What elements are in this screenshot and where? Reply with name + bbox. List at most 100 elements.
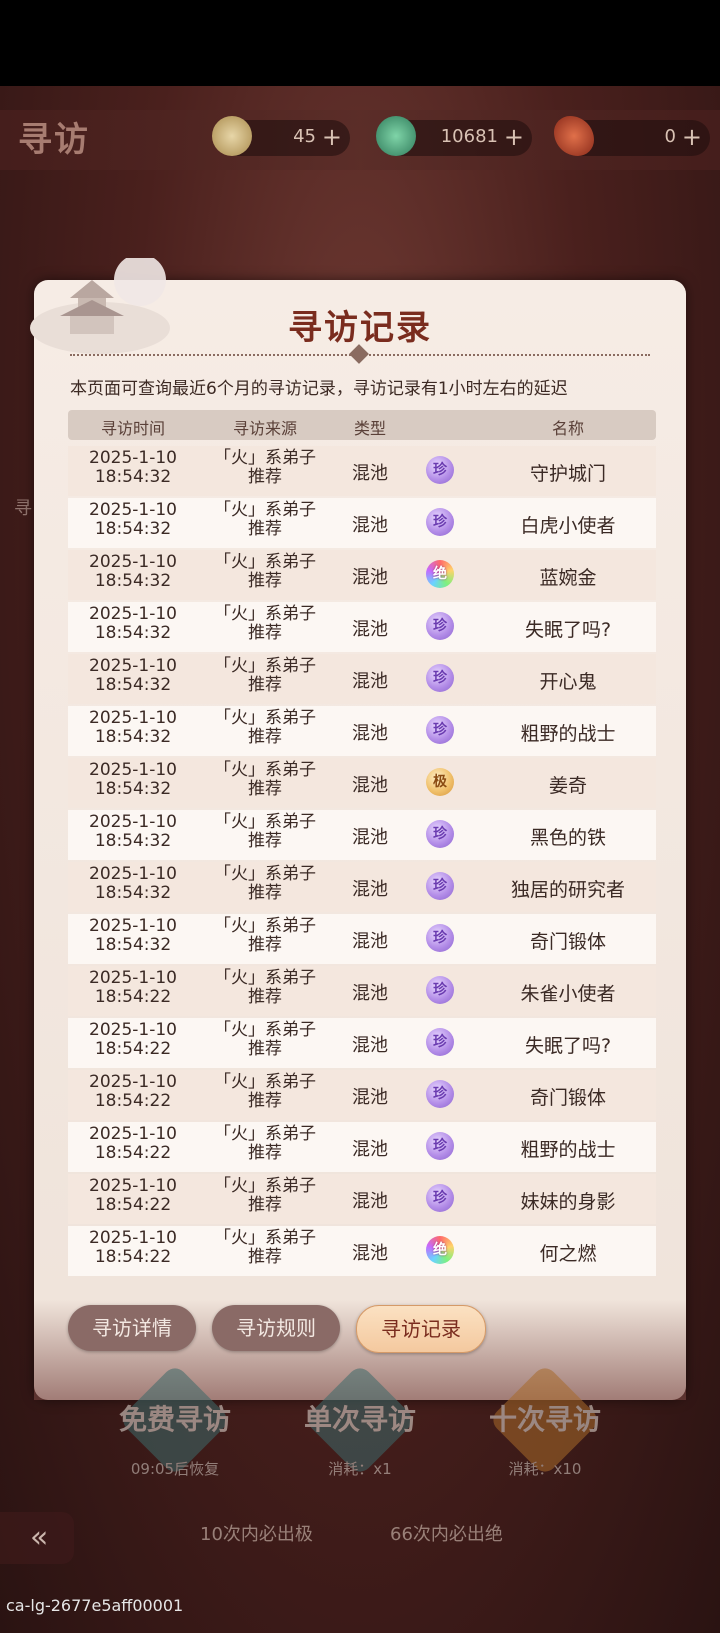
add-gem-button[interactable]: +: [504, 123, 524, 151]
row-source: 「火」系弟子 推荐: [200, 1021, 330, 1059]
row-name: 粗野的战士: [520, 723, 616, 745]
row-type: 混池: [352, 515, 388, 536]
table-row: 2025-1-10 18:54:22 「火」系弟子 推荐 混池珍妹妹的身影: [68, 1174, 656, 1224]
row-type: 混池: [352, 1191, 388, 1212]
row-date: 2025-1-10: [89, 1228, 177, 1248]
rarity-badge-icon: 珍: [426, 872, 454, 900]
rarity-badge-icon: 绝: [426, 1236, 454, 1264]
free-draw-button[interactable]: 免费寻访 09:05后恢复: [105, 1363, 245, 1480]
table-row: 2025-1-10 18:54:22 「火」系弟子 推荐 混池珍失眠了吗?: [68, 1018, 656, 1068]
row-time: 2025-1-10 18:54:32: [68, 553, 198, 591]
row-source: 「火」系弟子 推荐: [200, 969, 330, 1007]
row-source-line1: 「火」系弟子: [214, 708, 316, 728]
rarity-badge-icon: 珍: [426, 976, 454, 1004]
record-modal: 寻访记录 本页面可查询最近6个月的寻访记录，寻访记录有1小时左右的延迟 寻访时间…: [30, 258, 686, 1400]
row-type: 混池: [352, 567, 388, 588]
action-sub: 消耗：x10: [508, 1460, 582, 1478]
row-source-line1: 「火」系弟子: [214, 448, 316, 468]
row-time: 2025-1-10 18:54:32: [68, 657, 198, 695]
row-source-line1: 「火」系弟子: [214, 760, 316, 780]
row-source: 「火」系弟子 推荐: [200, 761, 330, 799]
row-date: 2025-1-10: [89, 812, 177, 832]
row-type: 混池: [352, 879, 388, 900]
table-row: 2025-1-10 18:54:22 「火」系弟子 推荐 混池珍奇门锻体: [68, 1070, 656, 1120]
resource-feather: 0 +: [554, 116, 710, 156]
page-title: 寻访: [18, 120, 90, 160]
row-name: 黑色的铁: [529, 827, 606, 849]
row-source-line2: 推荐: [248, 987, 282, 1007]
action-label: 免费寻访: [118, 1403, 231, 1436]
row-source: 「火」系弟子 推荐: [200, 605, 330, 643]
table-row: 2025-1-10 18:54:32 「火」系弟子 推荐 混池珍独居的研究者: [68, 862, 656, 912]
resource-jade: 45 +: [212, 116, 350, 156]
action-label: 单次寻访: [303, 1403, 416, 1436]
single-draw-button[interactable]: 单次寻访 消耗：x1: [290, 1363, 430, 1480]
table-row: 2025-1-10 18:54:22 「火」系弟子 推荐 混池珍朱雀小使者: [68, 966, 656, 1016]
row-name: 妹妹的身影: [520, 1191, 616, 1213]
chevron-left-icon: «: [30, 1520, 49, 1555]
row-date: 2025-1-10: [89, 1072, 177, 1092]
row-time: 2025-1-10 18:54:22: [68, 1177, 198, 1215]
resource-value: 10681: [440, 126, 498, 147]
row-source-line2: 推荐: [248, 467, 282, 487]
row-source: 「火」系弟子 推荐: [200, 813, 330, 851]
row-source: 「火」系弟子 推荐: [200, 865, 330, 903]
action-sub: 消耗：x1: [328, 1460, 392, 1478]
table-row: 2025-1-10 18:54:32 「火」系弟子 推荐 混池绝蓝婉金: [68, 550, 656, 600]
resource-gem: 10681 +: [376, 116, 532, 156]
row-name: 失眠了吗?: [524, 619, 612, 641]
tab-bar: 寻访详情 寻访规则 寻访记录: [34, 1305, 686, 1355]
row-source-line2: 推荐: [248, 831, 282, 851]
row-type: 混池: [352, 1035, 388, 1056]
row-date: 2025-1-10: [89, 968, 177, 988]
tab-details[interactable]: 寻访详情: [68, 1305, 196, 1351]
tab-records[interactable]: 寻访记录: [356, 1305, 486, 1353]
row-time: 2025-1-10 18:54:22: [68, 1073, 198, 1111]
row-source: 「火」系弟子 推荐: [200, 917, 330, 955]
row-name: 白虎小使者: [520, 515, 616, 537]
row-source: 「火」系弟子 推荐: [200, 657, 330, 695]
add-feather-button[interactable]: +: [682, 123, 702, 151]
row-source-line1: 「火」系弟子: [214, 1072, 316, 1092]
row-date: 2025-1-10: [89, 708, 177, 728]
ten-draw-button[interactable]: 十次寻访 消耗：x10: [475, 1363, 615, 1480]
rarity-badge-icon: 珍: [426, 716, 454, 744]
table-row: 2025-1-10 18:54:22 「火」系弟子 推荐 混池珍粗野的战士: [68, 1122, 656, 1172]
row-time: 2025-1-10 18:54:32: [68, 605, 198, 643]
row-clock: 18:54:22: [94, 1143, 172, 1163]
row-source-line2: 推荐: [248, 571, 282, 591]
row-clock: 18:54:22: [94, 987, 172, 1007]
row-source-line1: 「火」系弟子: [214, 500, 316, 520]
row-type: 混池: [352, 619, 388, 640]
table-row: 2025-1-10 18:54:32 「火」系弟子 推荐 混池珍失眠了吗?: [68, 602, 656, 652]
row-clock: 18:54:22: [94, 1039, 172, 1059]
rarity-badge-icon: 珍: [426, 924, 454, 952]
row-name: 奇门锻体: [529, 931, 606, 953]
action-label: 十次寻访: [488, 1403, 601, 1436]
row-name: 独居的研究者: [510, 879, 625, 901]
modal-title: 寻访记录: [288, 308, 432, 348]
row-name: 姜奇: [548, 775, 587, 797]
row-clock: 18:54:22: [94, 1091, 172, 1111]
row-source: 「火」系弟子 推荐: [200, 501, 330, 539]
row-type: 混池: [352, 983, 388, 1004]
back-button[interactable]: «: [0, 1512, 74, 1564]
row-source-line1: 「火」系弟子: [214, 968, 316, 988]
green-gem-icon: [376, 116, 416, 156]
table-row: 2025-1-10 18:54:32 「火」系弟子 推荐 混池珍守护城门: [68, 446, 656, 496]
row-time: 2025-1-10 18:54:22: [68, 1021, 198, 1059]
row-source: 「火」系弟子 推荐: [200, 1177, 330, 1215]
row-source-line1: 「火」系弟子: [214, 1228, 316, 1248]
table-header: 寻访时间 寻访来源 类型 名称: [68, 410, 656, 440]
guarantee-ji: 10次内必出极: [200, 1524, 313, 1545]
row-time: 2025-1-10 18:54:22: [68, 969, 198, 1007]
row-time: 2025-1-10 18:54:32: [68, 449, 198, 487]
row-source-line2: 推荐: [248, 1247, 282, 1267]
tab-rules[interactable]: 寻访规则: [212, 1305, 340, 1351]
col-name: 名称: [551, 419, 584, 438]
row-time: 2025-1-10 18:54:22: [68, 1125, 198, 1163]
row-name: 粗野的战士: [520, 1139, 616, 1161]
add-jade-button[interactable]: +: [322, 123, 342, 151]
row-clock: 18:54:32: [94, 571, 172, 591]
record-list[interactable]: 2025-1-10 18:54:32 「火」系弟子 推荐 混池珍守护城门 2025-1-1…: [68, 446, 656, 1278]
